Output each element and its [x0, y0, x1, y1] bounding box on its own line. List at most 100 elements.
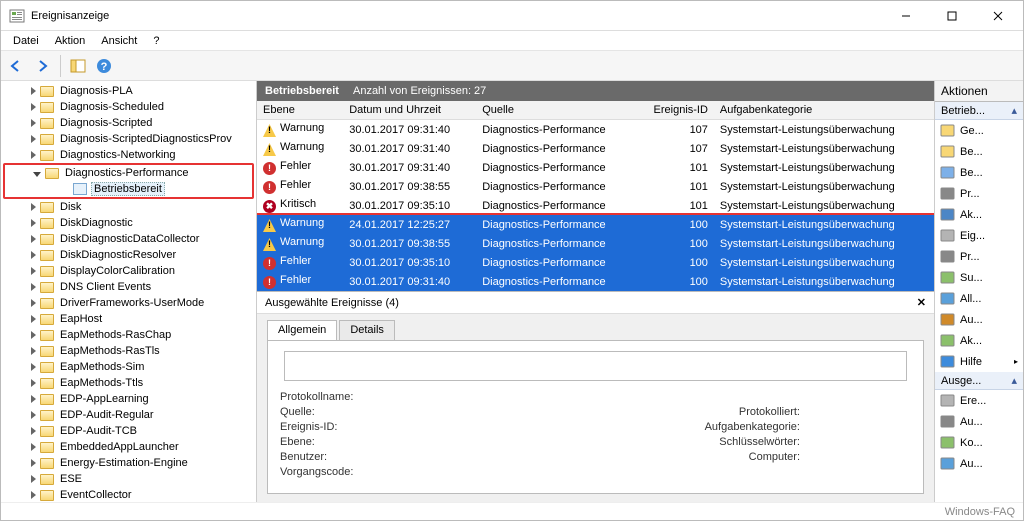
detail-title: Ausgewählte Ereignisse (4): [265, 297, 399, 309]
action-item[interactable]: Ak...: [935, 204, 1023, 225]
action-item[interactable]: All...: [935, 288, 1023, 309]
table-row[interactable]: !Warnung30.01.2017 09:31:40Diagnostics-P…: [257, 139, 934, 158]
tree-item[interactable]: EapMethods-Sim: [3, 359, 254, 375]
action-icon: [940, 333, 955, 348]
action-label: All...: [960, 293, 981, 305]
tree-item[interactable]: DiskDiagnosticDataCollector: [3, 231, 254, 247]
action-label: Eig...: [960, 230, 985, 242]
tree-item[interactable]: EapMethods-RasTls: [3, 343, 254, 359]
tree-item[interactable]: EapMethods-Ttls: [3, 375, 254, 391]
col-category[interactable]: Aufgabenkategorie: [714, 101, 934, 120]
tree-item[interactable]: Diagnostics-Performance: [5, 165, 252, 181]
level-icon: !: [263, 143, 276, 156]
action-item[interactable]: Be...: [935, 141, 1023, 162]
tree-item-label: DiskDiagnosticDataCollector: [58, 233, 201, 245]
action-icon: [940, 186, 955, 201]
tree-item[interactable]: Disk: [3, 199, 254, 215]
tree-item[interactable]: DisplayColorCalibration: [3, 263, 254, 279]
tab-general[interactable]: Allgemein: [267, 320, 337, 340]
action-item[interactable]: Eig...: [935, 225, 1023, 246]
back-button[interactable]: [5, 54, 29, 78]
tree-item-label: Betriebsbereit: [91, 182, 165, 196]
tree-item[interactable]: DiskDiagnosticResolver: [3, 247, 254, 263]
action-item[interactable]: Pr...: [935, 246, 1023, 267]
actions-group-selection[interactable]: Ausge...▴: [935, 372, 1023, 390]
title-bar: Ereignisanzeige: [1, 1, 1023, 31]
menu-view[interactable]: Ansicht: [95, 33, 143, 49]
log-icon: [73, 183, 87, 195]
event-count: Anzahl von Ereignissen: 27: [353, 85, 486, 97]
tab-details[interactable]: Details: [339, 320, 395, 340]
tree-item-label: Diagnostics-Networking: [58, 149, 178, 161]
level-icon: !: [263, 257, 276, 270]
action-label: Au...: [960, 314, 983, 326]
actions-pane: Aktionen Betrieb...▴ Ge...Be...Be...Pr..…: [935, 81, 1023, 502]
action-item[interactable]: Ere...: [935, 390, 1023, 411]
minimize-button[interactable]: [883, 1, 929, 31]
menu-action[interactable]: Aktion: [49, 33, 92, 49]
folder-icon: [40, 474, 54, 485]
tree-item[interactable]: Diagnosis-ScriptedDiagnosticsProv: [3, 131, 254, 147]
tree-item[interactable]: EapMethods-RasChap: [3, 327, 254, 343]
table-row[interactable]: !Fehler30.01.2017 09:31:40Diagnostics-Pe…: [257, 272, 934, 291]
action-item[interactable]: Pr...: [935, 183, 1023, 204]
action-label: Pr...: [960, 251, 980, 263]
tree-item[interactable]: Diagnosis-Scheduled: [3, 99, 254, 115]
menu-file[interactable]: Datei: [7, 33, 45, 49]
action-item[interactable]: Ge...: [935, 120, 1023, 141]
close-button[interactable]: [975, 1, 1021, 31]
table-row[interactable]: !Fehler30.01.2017 09:35:10Diagnostics-Pe…: [257, 253, 934, 272]
col-datetime[interactable]: Datum und Uhrzeit: [343, 101, 476, 120]
tree-item[interactable]: EDP-AppLearning: [3, 391, 254, 407]
show-hide-tree-button[interactable]: [66, 54, 90, 78]
tree-item[interactable]: Betriebsbereit: [5, 181, 252, 197]
actions-group-log[interactable]: Betrieb...▴: [935, 102, 1023, 120]
maximize-button[interactable]: [929, 1, 975, 31]
tree-item[interactable]: DriverFrameworks-UserMode: [3, 295, 254, 311]
tree-item[interactable]: Diagnosis-Scripted: [3, 115, 254, 131]
col-source[interactable]: Quelle: [476, 101, 636, 120]
action-item[interactable]: Au...: [935, 411, 1023, 432]
tree-item[interactable]: Diagnosis-PLA: [3, 83, 254, 99]
action-icon: [940, 270, 955, 285]
tree-item[interactable]: Energy-Estimation-Engine: [3, 455, 254, 471]
table-row[interactable]: !Warnung30.01.2017 09:38:55Diagnostics-P…: [257, 234, 934, 253]
action-label: Be...: [960, 167, 983, 179]
help-button[interactable]: ?: [92, 54, 116, 78]
action-icon: [940, 207, 955, 222]
tree-item[interactable]: EapHost: [3, 311, 254, 327]
log-title: Betriebsbereit: [265, 85, 339, 97]
table-row[interactable]: !Fehler30.01.2017 09:38:55Diagnostics-Pe…: [257, 177, 934, 196]
table-row[interactable]: !Warnung24.01.2017 12:25:27Diagnostics-P…: [257, 215, 934, 234]
action-item[interactable]: Ak...: [935, 330, 1023, 351]
action-item[interactable]: Ko...: [935, 432, 1023, 453]
tree-item[interactable]: DNS Client Events: [3, 279, 254, 295]
col-eventid[interactable]: Ereignis-ID: [636, 101, 714, 120]
folder-icon: [40, 346, 54, 357]
detail-pane: Ausgewählte Ereignisse (4) ✕ Allgemein D…: [257, 291, 934, 502]
col-level[interactable]: Ebene: [257, 101, 343, 120]
tree-view[interactable]: Diagnosis-PLADiagnosis-ScheduledDiagnosi…: [1, 81, 257, 502]
action-item[interactable]: Au...: [935, 309, 1023, 330]
action-item[interactable]: Au...: [935, 453, 1023, 474]
tree-item[interactable]: ESE: [3, 471, 254, 487]
table-row[interactable]: !Warnung30.01.2017 09:31:40Diagnostics-P…: [257, 120, 934, 140]
action-item[interactable]: Be...: [935, 162, 1023, 183]
table-row[interactable]: !Fehler30.01.2017 09:31:40Diagnostics-Pe…: [257, 158, 934, 177]
tree-item[interactable]: Diagnostics-Networking: [3, 147, 254, 163]
menu-help[interactable]: ?: [147, 33, 165, 49]
tree-item[interactable]: EDP-Audit-Regular: [3, 407, 254, 423]
tree-item-label: EapHost: [58, 313, 104, 325]
tree-item[interactable]: DiskDiagnostic: [3, 215, 254, 231]
detail-close-icon[interactable]: ✕: [917, 296, 926, 309]
footer: Windows-FAQ: [1, 502, 1023, 520]
action-item[interactable]: Hilfe▸: [935, 351, 1023, 372]
table-row[interactable]: ✖Kritisch30.01.2017 09:35:10Diagnostics-…: [257, 196, 934, 215]
forward-button[interactable]: [31, 54, 55, 78]
tree-item[interactable]: EDP-Audit-TCB: [3, 423, 254, 439]
action-item[interactable]: Su...: [935, 267, 1023, 288]
folder-icon: [40, 134, 54, 145]
tree-item[interactable]: EventCollector: [3, 487, 254, 502]
tree-item[interactable]: EmbeddedAppLauncher: [3, 439, 254, 455]
event-grid[interactable]: Ebene Datum und Uhrzeit Quelle Ereignis-…: [257, 101, 934, 291]
